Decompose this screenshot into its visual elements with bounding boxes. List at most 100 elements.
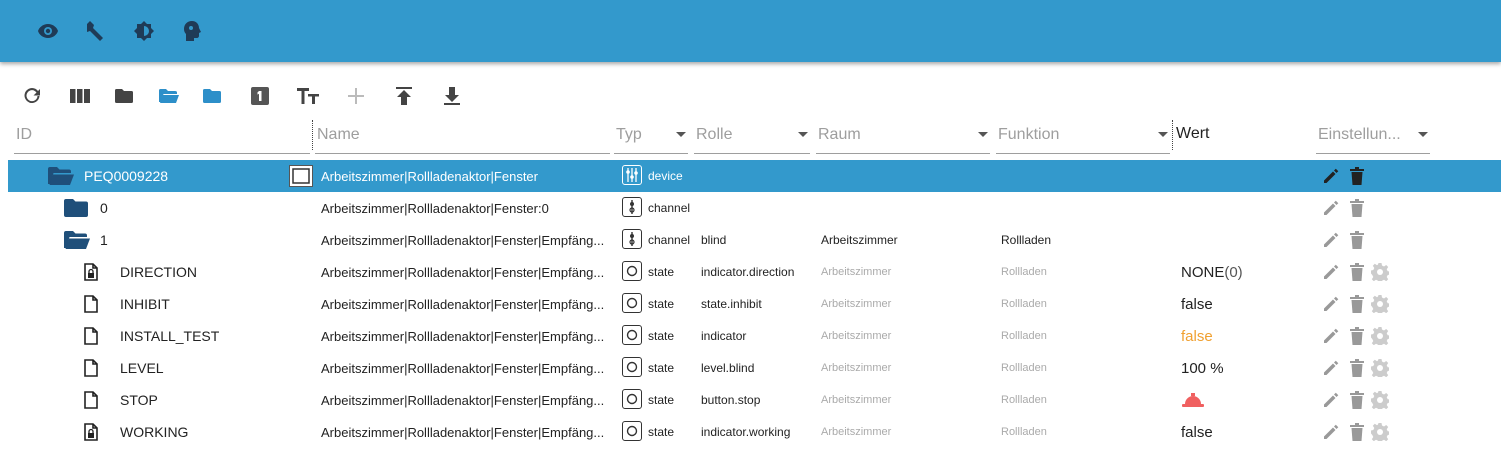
column-header-function[interactable]: Funktion	[996, 118, 1170, 154]
folder-open-icon[interactable]	[157, 84, 181, 108]
row-function[interactable]: Rollladen	[1001, 384, 1171, 416]
row-name[interactable]: Arbeitszimmer|Rollladenaktor|Fenster	[321, 160, 621, 192]
row-room[interactable]: Arbeitszimmer	[821, 416, 991, 448]
row-room[interactable]	[821, 192, 991, 224]
download-icon[interactable]	[440, 84, 464, 108]
row-id[interactable]: DIRECTION	[120, 256, 314, 288]
row-role[interactable]	[701, 192, 819, 224]
head-icon[interactable]	[180, 19, 204, 43]
row-role[interactable]: level.blind	[701, 352, 819, 384]
column-resize-handle[interactable]	[312, 120, 313, 150]
edit-icon[interactable]	[1322, 359, 1340, 377]
delete-icon[interactable]	[1348, 167, 1366, 185]
row-value[interactable]: NONE (0)	[1181, 256, 1311, 288]
row-name[interactable]: Arbeitszimmer|Rollladenaktor|Fenster|Emp…	[321, 352, 621, 384]
row-role[interactable]	[701, 160, 819, 192]
row-id[interactable]: PEQ0009228	[84, 160, 314, 192]
add-icon[interactable]	[344, 84, 368, 108]
file-icon[interactable]	[84, 320, 114, 352]
row-room[interactable]: Arbeitszimmer	[821, 384, 991, 416]
delete-icon[interactable]	[1348, 199, 1366, 217]
row-id[interactable]: 1	[100, 224, 314, 256]
column-header-settings[interactable]: Einstellun...	[1316, 118, 1430, 154]
delete-icon[interactable]	[1348, 359, 1366, 377]
row-room[interactable]	[821, 160, 991, 192]
row-role[interactable]: indicator	[701, 320, 819, 352]
row-value[interactable]: false	[1181, 320, 1311, 352]
edit-icon[interactable]	[1322, 295, 1340, 313]
row-role[interactable]: button.stop	[701, 384, 819, 416]
row-room[interactable]: Arbeitszimmer	[821, 352, 991, 384]
refresh-icon[interactable]	[20, 84, 44, 108]
text-size-icon[interactable]	[296, 84, 320, 108]
row-id[interactable]: INSTALL_TEST	[120, 320, 314, 352]
row-function[interactable]: Rollladen	[1001, 224, 1171, 256]
row-name[interactable]: Arbeitszimmer|Rollladenaktor|Fenster|Emp…	[321, 256, 621, 288]
row-function[interactable]: Rollladen	[1001, 416, 1171, 448]
delete-icon[interactable]	[1348, 295, 1366, 313]
columns-icon[interactable]	[68, 84, 92, 108]
row-function[interactable]	[1001, 160, 1171, 192]
row-function[interactable]	[1001, 192, 1171, 224]
row-value[interactable]	[1181, 160, 1311, 192]
row-name[interactable]: Arbeitszimmer|Rollladenaktor|Fenster|Emp…	[321, 416, 621, 448]
column-header-room[interactable]: Raum	[816, 118, 990, 154]
row-role[interactable]: indicator.direction	[701, 256, 819, 288]
row-value[interactable]	[1181, 224, 1311, 256]
row-room[interactable]: Arbeitszimmer	[821, 288, 991, 320]
edit-icon[interactable]	[1322, 423, 1340, 441]
row-function[interactable]: Rollladen	[1001, 320, 1171, 352]
row-room[interactable]: Arbeitszimmer	[821, 256, 991, 288]
row-id[interactable]: INHIBIT	[120, 288, 314, 320]
table-row[interactable]: 1 Arbeitszimmer|Rollladenaktor|Fenster|Em…	[8, 224, 1501, 256]
column-resize-handle[interactable]	[1172, 120, 1173, 150]
table-row[interactable]: INSTALL_TEST Arbeitszimmer|Rollladenaktor…	[8, 320, 1501, 352]
table-row[interactable]: PEQ0009228 Arbeitszimmer|Rollladenaktor|F…	[8, 160, 1501, 192]
row-role[interactable]: indicator.working	[701, 416, 819, 448]
gear-icon[interactable]	[1371, 423, 1389, 441]
edit-icon[interactable]	[1322, 327, 1340, 345]
row-room[interactable]: Arbeitszimmer	[821, 224, 991, 256]
row-name[interactable]: Arbeitszimmer|Rollladenaktor|Fenster|Emp…	[321, 384, 621, 416]
row-name[interactable]: Arbeitszimmer|Rollladenaktor|Fenster:0	[321, 192, 621, 224]
file-icon[interactable]	[84, 288, 114, 320]
table-row[interactable]: INHIBIT Arbeitszimmer|Rollladenaktor|Fens…	[8, 288, 1501, 320]
row-name[interactable]: Arbeitszimmer|Rollladenaktor|Fenster|Emp…	[321, 320, 621, 352]
gear-icon[interactable]	[1371, 359, 1389, 377]
wrench-icon[interactable]	[84, 19, 108, 43]
row-function[interactable]: Rollladen	[1001, 256, 1171, 288]
folder-icon[interactable]	[64, 192, 94, 224]
row-value[interactable]: false	[1181, 416, 1311, 448]
column-header-name[interactable]: Name	[315, 118, 610, 154]
row-name[interactable]: Arbeitszimmer|Rollladenaktor|Fenster|Emp…	[321, 288, 621, 320]
row-role[interactable]: blind	[701, 224, 819, 256]
edit-icon[interactable]	[1322, 391, 1340, 409]
column-header-id[interactable]: ID	[14, 118, 310, 154]
delete-icon[interactable]	[1348, 263, 1366, 281]
row-id[interactable]: STOP	[120, 384, 314, 416]
brightness-icon[interactable]	[132, 19, 156, 43]
delete-icon[interactable]	[1348, 423, 1366, 441]
upload-icon[interactable]	[392, 84, 416, 108]
row-value[interactable]: 100 %	[1181, 352, 1311, 384]
row-function[interactable]: Rollladen	[1001, 288, 1171, 320]
table-row[interactable]: DIRECTION Arbeitszimmer|Rollladenaktor|Fe…	[8, 256, 1501, 288]
folder-closed-icon[interactable]	[112, 84, 136, 108]
file-icon[interactable]	[84, 352, 114, 384]
row-value[interactable]: false	[1181, 288, 1311, 320]
edit-icon[interactable]	[1322, 231, 1340, 249]
row-id[interactable]: 0	[100, 192, 314, 224]
file-lock-icon[interactable]	[84, 416, 114, 448]
file-icon[interactable]	[84, 384, 114, 416]
row-role[interactable]: state.inhibit	[701, 288, 819, 320]
delete-icon[interactable]	[1348, 231, 1366, 249]
table-row[interactable]: STOP Arbeitszimmer|Rollladenaktor|Fenster…	[8, 384, 1501, 416]
row-id[interactable]: WORKING	[120, 416, 314, 448]
table-row[interactable]: LEVEL Arbeitszimmer|Rollladenaktor|Fenste…	[8, 352, 1501, 384]
row-name[interactable]: Arbeitszimmer|Rollladenaktor|Fenster|Emp…	[321, 224, 621, 256]
gear-icon[interactable]	[1371, 391, 1389, 409]
gear-icon[interactable]	[1371, 263, 1389, 281]
row-value[interactable]	[1181, 192, 1311, 224]
folder-open-icon[interactable]	[48, 160, 78, 192]
table-row[interactable]: 0 Arbeitszimmer|Rollladenaktor|Fenster:0 c…	[8, 192, 1501, 224]
